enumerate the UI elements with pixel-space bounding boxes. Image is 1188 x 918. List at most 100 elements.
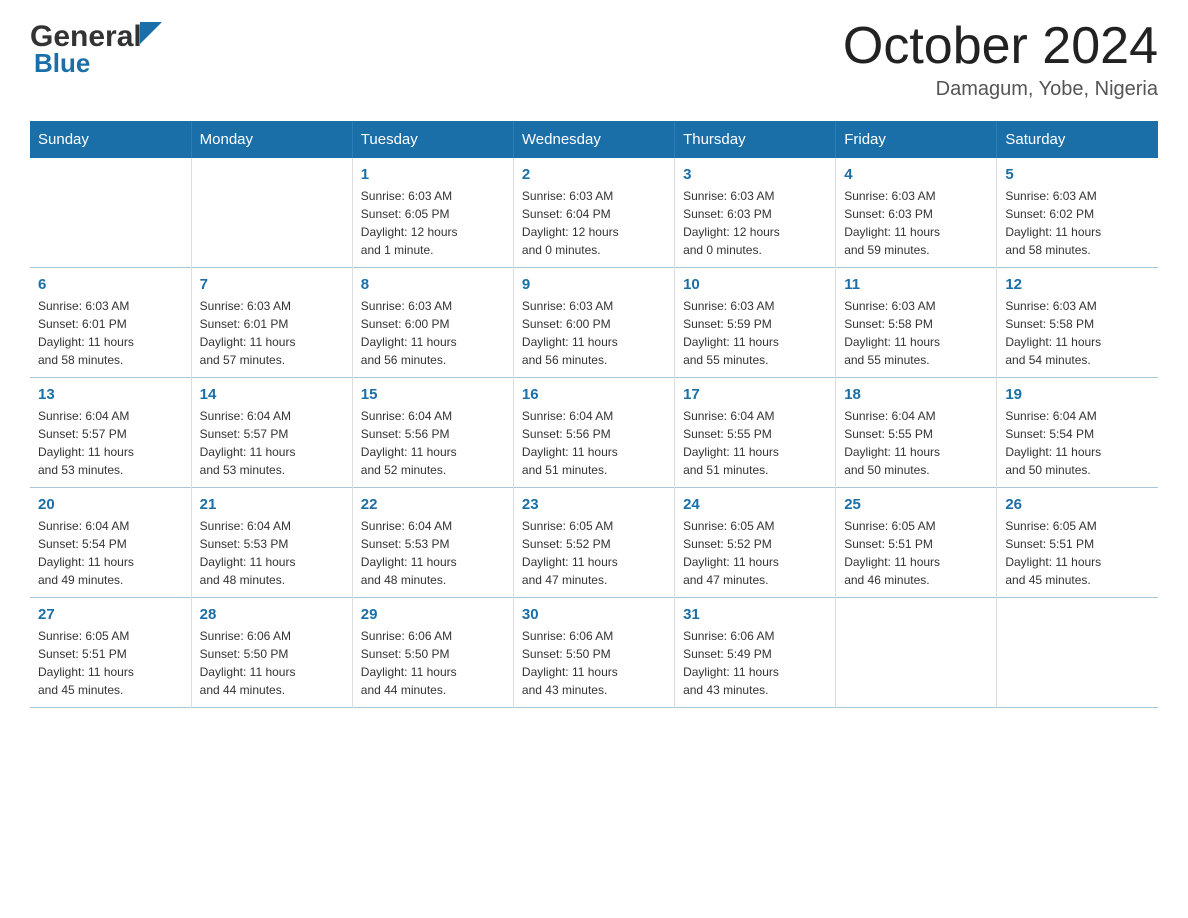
day-number: 3	[683, 166, 827, 183]
day-number: 6	[38, 276, 183, 293]
header-tuesday: Tuesday	[352, 121, 513, 158]
calendar-week-row: 20 Sunrise: 6:04 AM Sunset: 5:54 PM Dayli…	[30, 488, 1158, 598]
day-number: 22	[361, 496, 505, 513]
day-info: Sunrise: 6:05 AM Sunset: 5:52 PM Dayligh…	[683, 517, 827, 589]
table-row: 20 Sunrise: 6:04 AM Sunset: 5:54 PM Dayli…	[30, 488, 191, 598]
table-row: 14Sunrise: 6:04 AM Sunset: 5:57 PM Dayli…	[191, 378, 352, 488]
day-info: Sunrise: 6:06 AM Sunset: 5:50 PM Dayligh…	[361, 627, 505, 699]
day-number: 31	[683, 606, 827, 623]
day-number: 23	[522, 496, 666, 513]
calendar-week-row: 6 Sunrise: 6:03 AM Sunset: 6:01 PM Daylig…	[30, 268, 1158, 378]
day-info: Sunrise: 6:05 AM Sunset: 5:51 PM Dayligh…	[38, 627, 183, 699]
day-number: 27	[38, 606, 183, 623]
day-number: 28	[200, 606, 344, 623]
day-info: Sunrise: 6:03 AM Sunset: 6:00 PM Dayligh…	[522, 297, 666, 369]
day-info: Sunrise: 6:05 AM Sunset: 5:51 PM Dayligh…	[844, 517, 988, 589]
day-number: 19	[1005, 386, 1150, 403]
day-number: 18	[844, 386, 988, 403]
day-number: 10	[683, 276, 827, 293]
day-number: 26	[1005, 496, 1150, 513]
day-info: Sunrise: 6:03 AM Sunset: 6:01 PM Dayligh…	[200, 297, 344, 369]
table-row: 15 Sunrise: 6:04 AM Sunset: 5:56 PM Dayli…	[352, 378, 513, 488]
header-friday: Friday	[836, 121, 997, 158]
day-number: 24	[683, 496, 827, 513]
table-row: 25 Sunrise: 6:05 AM Sunset: 5:51 PM Dayli…	[836, 488, 997, 598]
day-info: Sunrise: 6:06 AM Sunset: 5:50 PM Dayligh…	[522, 627, 666, 699]
day-number: 1	[361, 166, 505, 183]
day-info: Sunrise: 6:04 AM Sunset: 5:54 PM Dayligh…	[1005, 407, 1150, 479]
day-info: Sunrise: 6:04 AM Sunset: 5:57 PM Dayligh…	[38, 407, 183, 479]
table-row: 21 Sunrise: 6:04 AM Sunset: 5:53 PM Dayli…	[191, 488, 352, 598]
day-info: Sunrise: 6:04 AM Sunset: 5:54 PM Dayligh…	[38, 517, 183, 589]
day-info: Sunrise: 6:04 AM Sunset: 5:55 PM Dayligh…	[844, 407, 988, 479]
table-row	[30, 158, 191, 268]
table-row: 18 Sunrise: 6:04 AM Sunset: 5:55 PM Dayli…	[836, 378, 997, 488]
day-number: 16	[522, 386, 666, 403]
day-info: Sunrise: 6:03 AM Sunset: 5:58 PM Dayligh…	[844, 297, 988, 369]
logo: General Blue	[30, 20, 162, 79]
table-row: 4 Sunrise: 6:03 AM Sunset: 6:03 PM Daylig…	[836, 158, 997, 268]
day-info: Sunrise: 6:03 AM Sunset: 6:02 PM Dayligh…	[1005, 187, 1150, 259]
table-row: 6 Sunrise: 6:03 AM Sunset: 6:01 PM Daylig…	[30, 268, 191, 378]
table-row: 17Sunrise: 6:04 AM Sunset: 5:55 PM Dayli…	[675, 378, 836, 488]
page-header: General Blue October 2024 Damagum, Yobe,…	[30, 20, 1158, 101]
table-row: 29Sunrise: 6:06 AM Sunset: 5:50 PM Dayli…	[352, 598, 513, 708]
day-info: Sunrise: 6:03 AM Sunset: 6:03 PM Dayligh…	[844, 187, 988, 259]
table-row	[836, 598, 997, 708]
day-number: 30	[522, 606, 666, 623]
table-row: 8Sunrise: 6:03 AM Sunset: 6:00 PM Daylig…	[352, 268, 513, 378]
table-row: 3Sunrise: 6:03 AM Sunset: 6:03 PM Daylig…	[675, 158, 836, 268]
table-row: 27 Sunrise: 6:05 AM Sunset: 5:51 PM Dayli…	[30, 598, 191, 708]
day-number: 4	[844, 166, 988, 183]
table-row: 1 Sunrise: 6:03 AM Sunset: 6:05 PM Daylig…	[352, 158, 513, 268]
table-row: 5 Sunrise: 6:03 AM Sunset: 6:02 PM Daylig…	[997, 158, 1158, 268]
day-info: Sunrise: 6:05 AM Sunset: 5:51 PM Dayligh…	[1005, 517, 1150, 589]
table-row: 23 Sunrise: 6:05 AM Sunset: 5:52 PM Dayli…	[513, 488, 674, 598]
logo-blue-text: Blue	[34, 48, 90, 79]
day-number: 7	[200, 276, 344, 293]
day-number: 15	[361, 386, 505, 403]
day-info: Sunrise: 6:03 AM Sunset: 6:05 PM Dayligh…	[361, 187, 505, 259]
day-info: Sunrise: 6:03 AM Sunset: 6:04 PM Dayligh…	[522, 187, 666, 259]
header-saturday: Saturday	[997, 121, 1158, 158]
header-wednesday: Wednesday	[513, 121, 674, 158]
day-number: 21	[200, 496, 344, 513]
calendar-week-row: 13 Sunrise: 6:04 AM Sunset: 5:57 PM Dayli…	[30, 378, 1158, 488]
day-number: 8	[361, 276, 505, 293]
day-number: 20	[38, 496, 183, 513]
table-row: 7 Sunrise: 6:03 AM Sunset: 6:01 PM Daylig…	[191, 268, 352, 378]
day-number: 11	[844, 276, 988, 293]
table-row: 26 Sunrise: 6:05 AM Sunset: 5:51 PM Dayli…	[997, 488, 1158, 598]
day-info: Sunrise: 6:04 AM Sunset: 5:56 PM Dayligh…	[361, 407, 505, 479]
table-row: 2 Sunrise: 6:03 AM Sunset: 6:04 PM Daylig…	[513, 158, 674, 268]
calendar-week-row: 1 Sunrise: 6:03 AM Sunset: 6:05 PM Daylig…	[30, 158, 1158, 268]
table-row: 22 Sunrise: 6:04 AM Sunset: 5:53 PM Dayli…	[352, 488, 513, 598]
table-row: 12Sunrise: 6:03 AM Sunset: 5:58 PM Dayli…	[997, 268, 1158, 378]
day-number: 25	[844, 496, 988, 513]
day-info: Sunrise: 6:04 AM Sunset: 5:56 PM Dayligh…	[522, 407, 666, 479]
table-row: 11 Sunrise: 6:03 AM Sunset: 5:58 PM Dayli…	[836, 268, 997, 378]
calendar-table: Sunday Monday Tuesday Wednesday Thursday…	[30, 121, 1158, 708]
table-row: 30 Sunrise: 6:06 AM Sunset: 5:50 PM Dayli…	[513, 598, 674, 708]
day-info: Sunrise: 6:05 AM Sunset: 5:52 PM Dayligh…	[522, 517, 666, 589]
title-section: October 2024 Damagum, Yobe, Nigeria	[843, 20, 1158, 101]
day-number: 13	[38, 386, 183, 403]
table-row: 10 Sunrise: 6:03 AM Sunset: 5:59 PM Dayli…	[675, 268, 836, 378]
day-number: 12	[1005, 276, 1150, 293]
calendar-week-row: 27 Sunrise: 6:05 AM Sunset: 5:51 PM Dayli…	[30, 598, 1158, 708]
day-number: 14	[200, 386, 344, 403]
day-info: Sunrise: 6:03 AM Sunset: 6:01 PM Dayligh…	[38, 297, 183, 369]
logo-arrow-icon	[140, 22, 162, 44]
table-row	[191, 158, 352, 268]
day-number: 9	[522, 276, 666, 293]
table-row: 9 Sunrise: 6:03 AM Sunset: 6:00 PM Daylig…	[513, 268, 674, 378]
day-info: Sunrise: 6:04 AM Sunset: 5:53 PM Dayligh…	[200, 517, 344, 589]
table-row: 28Sunrise: 6:06 AM Sunset: 5:50 PM Dayli…	[191, 598, 352, 708]
table-row: 13 Sunrise: 6:04 AM Sunset: 5:57 PM Dayli…	[30, 378, 191, 488]
table-row: 31Sunrise: 6:06 AM Sunset: 5:49 PM Dayli…	[675, 598, 836, 708]
day-number: 2	[522, 166, 666, 183]
table-row: 19 Sunrise: 6:04 AM Sunset: 5:54 PM Dayli…	[997, 378, 1158, 488]
day-info: Sunrise: 6:03 AM Sunset: 5:59 PM Dayligh…	[683, 297, 827, 369]
day-number: 5	[1005, 166, 1150, 183]
day-info: Sunrise: 6:04 AM Sunset: 5:53 PM Dayligh…	[361, 517, 505, 589]
